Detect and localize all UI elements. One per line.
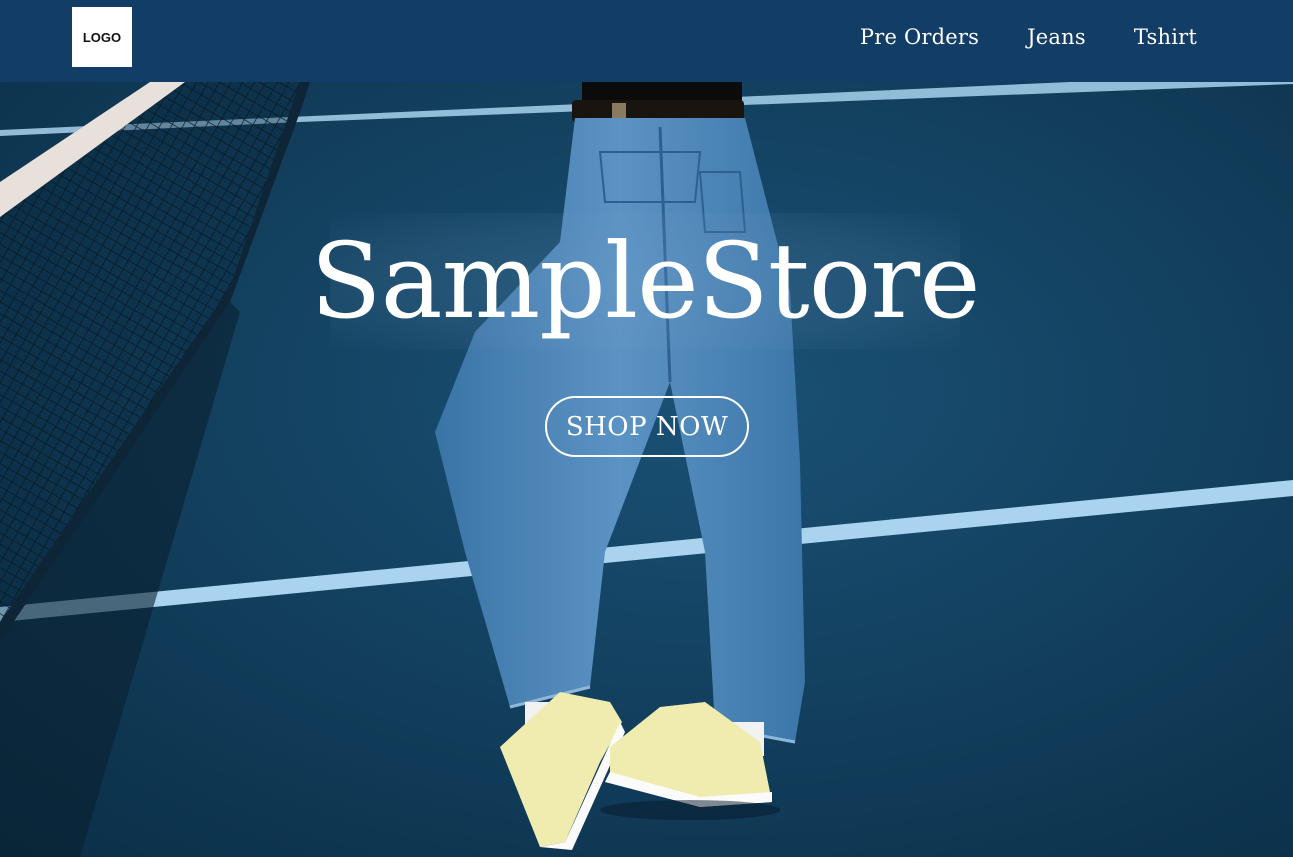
site-header: LOGO Pre Orders Jeans Tshirt <box>0 0 1293 82</box>
nav-link-pre-orders[interactable]: Pre Orders <box>860 22 979 52</box>
nav-link-jeans[interactable]: Jeans <box>1027 22 1086 52</box>
hero-section: SampleStore SHOP NOW <box>0 82 1293 857</box>
logo[interactable]: LOGO <box>72 7 132 67</box>
hero-background-image <box>0 82 1293 857</box>
hero-title: SampleStore <box>310 220 980 342</box>
shop-now-button[interactable]: SHOP NOW <box>545 396 749 457</box>
nav-link-tshirt[interactable]: Tshirt <box>1134 22 1197 52</box>
hero-title-backdrop: SampleStore <box>310 213 981 349</box>
main-nav: Pre Orders Jeans Tshirt <box>860 22 1197 52</box>
